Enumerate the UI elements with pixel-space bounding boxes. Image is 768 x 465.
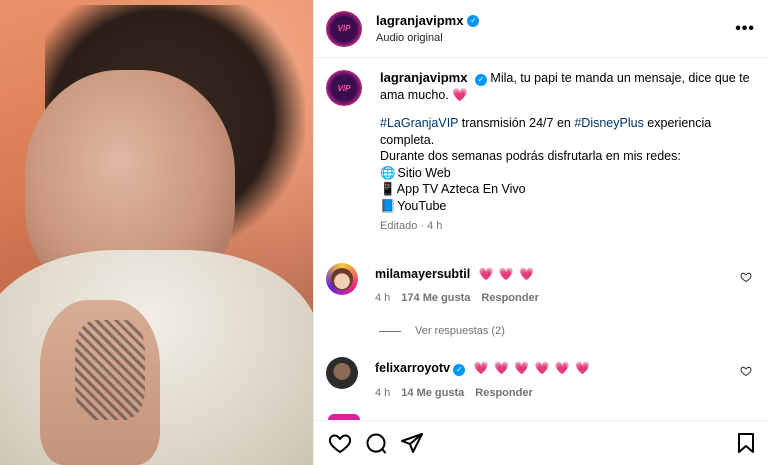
save-bookmark-icon[interactable] bbox=[734, 431, 758, 455]
commenter-username[interactable]: felixarroyotv bbox=[375, 361, 450, 375]
comment-meta: 4 h 174 Me gusta Responder bbox=[375, 292, 735, 304]
heart-emojis: 💗 💗 💗 bbox=[478, 267, 536, 281]
comment-bubble-icon[interactable] bbox=[364, 431, 388, 455]
avatar-face bbox=[331, 268, 353, 290]
caption-first-line: lagranjavipmx ✓ Mila, tu papi te manda u… bbox=[380, 70, 756, 103]
comment-text-row: milamayersubtil 💗 💗 💗 bbox=[375, 267, 735, 281]
author-row: lagranjavipmx ✓ bbox=[376, 13, 480, 28]
view-replies-label: Ver respuestas (2) bbox=[415, 325, 505, 337]
replies-dash bbox=[379, 330, 401, 332]
hashtag-lagranjavip[interactable]: #LaGranjaVIP bbox=[380, 116, 458, 130]
post-video[interactable] bbox=[0, 0, 313, 465]
caption-item-web-text: Sitio Web bbox=[397, 165, 451, 180]
comment-time[interactable]: 4 h bbox=[375, 292, 390, 304]
pink-heart-icon: 💗 bbox=[452, 87, 468, 102]
comment-item: felixarroyotv ✓ 💗 💗 💗 💗 💗 💗 4 h 14 Me gu… bbox=[326, 357, 756, 399]
comment-likes[interactable]: 174 Me gusta bbox=[401, 292, 470, 304]
heart-outline-icon[interactable] bbox=[740, 365, 752, 380]
like-heart-icon[interactable] bbox=[328, 431, 352, 455]
comment-body: milamayersubtil 💗 💗 💗 4 h 174 Me gusta R… bbox=[375, 263, 735, 304]
book-icon: 📘 bbox=[380, 198, 396, 213]
comment-meta: 4 h 14 Me gusta Responder bbox=[375, 387, 735, 399]
verified-badge-icon: ✓ bbox=[474, 74, 487, 87]
comment-text-row: felixarroyotv ✓ 💗 💗 💗 💗 💗 💗 bbox=[375, 361, 735, 376]
comment-time[interactable]: 4 h bbox=[375, 387, 390, 399]
caption-item-youtube: 📘 YouTube bbox=[380, 198, 756, 215]
commenter-avatar[interactable] bbox=[326, 263, 358, 295]
instagram-post-window: VIP lagranjavipmx ✓ Audio original ••• V… bbox=[0, 0, 768, 465]
avatar-logo: VIP bbox=[331, 15, 357, 42]
caption-item-app-text: App TV Azteca En Vivo bbox=[396, 182, 526, 196]
phone-icon: 📱 bbox=[380, 182, 396, 196]
comment-likes[interactable]: 14 Me gusta bbox=[401, 387, 464, 399]
commenter-username[interactable]: milamayersubtil bbox=[375, 267, 470, 281]
post-caption: VIP lagranjavipmx ✓ Mila, tu papi te man… bbox=[326, 70, 756, 235]
view-replies-button[interactable]: Ver respuestas (2) bbox=[379, 325, 505, 337]
author-avatar[interactable]: VIP bbox=[326, 10, 362, 47]
caption-body: lagranjavipmx ✓ Mila, tu papi te manda u… bbox=[380, 70, 756, 235]
author-username[interactable]: lagranjavipmx bbox=[376, 13, 463, 28]
commenter-avatar[interactable] bbox=[326, 357, 358, 389]
globe-icon: 🌐 bbox=[380, 165, 396, 180]
caption-item-web: 🌐 Sitio Web bbox=[380, 165, 756, 182]
post-header: VIP lagranjavipmx ✓ Audio original ••• bbox=[314, 0, 768, 58]
caption-avatar[interactable]: VIP bbox=[326, 70, 362, 106]
author-info: lagranjavipmx ✓ Audio original bbox=[376, 13, 480, 44]
caption-item-youtube-text: YouTube bbox=[397, 198, 447, 213]
caption-item-app: 📱 App TV Azteca En Vivo bbox=[380, 181, 756, 198]
caption-two-weeks: Durante dos semanas podrás disfrutarla e… bbox=[380, 149, 681, 163]
avatar-logo: VIP bbox=[331, 75, 357, 101]
tattoo-shape bbox=[75, 320, 145, 420]
more-options-icon[interactable]: ••• bbox=[735, 20, 755, 38]
heart-outline-icon[interactable] bbox=[740, 271, 752, 286]
reply-button[interactable]: Responder bbox=[481, 292, 538, 304]
hashtag-disneyplus[interactable]: #DisneyPlus bbox=[574, 116, 643, 130]
post-side-panel: VIP lagranjavipmx ✓ Audio original ••• V… bbox=[313, 0, 768, 465]
caption-username[interactable]: lagranjavipmx bbox=[380, 70, 467, 85]
caption-meta: Editado · 4 h bbox=[380, 220, 443, 232]
verified-badge-icon: ✓ bbox=[453, 363, 466, 376]
comment-body: felixarroyotv ✓ 💗 💗 💗 💗 💗 💗 4 h 14 Me gu… bbox=[375, 357, 735, 399]
caption-promo-text: transmisión 24/7 en bbox=[458, 116, 575, 130]
action-bar bbox=[314, 420, 768, 465]
caption-promo-line: #LaGranjaVIP transmisión 24/7 en #Disney… bbox=[380, 115, 756, 148]
comment-item: milamayersubtil 💗 💗 💗 4 h 174 Me gusta R… bbox=[326, 263, 756, 304]
heart-emojis: 💗 💗 💗 💗 💗 💗 bbox=[473, 361, 592, 375]
verified-badge-icon: ✓ bbox=[467, 14, 480, 27]
audio-label[interactable]: Audio original bbox=[376, 32, 479, 44]
share-send-icon[interactable] bbox=[400, 431, 424, 455]
reply-button[interactable]: Responder bbox=[475, 387, 532, 399]
